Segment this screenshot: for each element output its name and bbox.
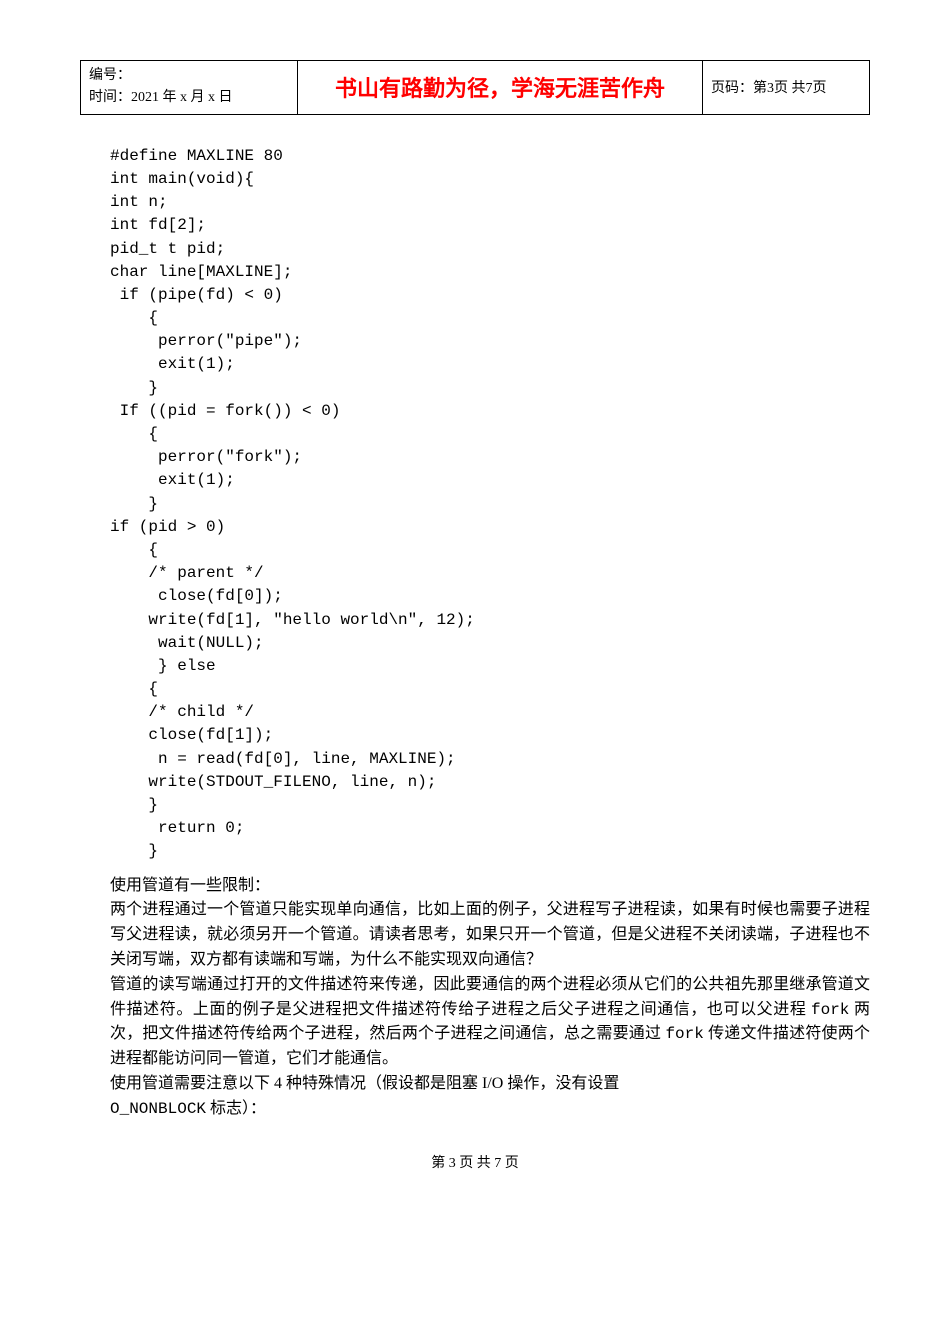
doc-number: 编号： xyxy=(89,65,289,87)
header-title: 书山有路勤为径，学海无涯苦作舟 xyxy=(298,61,703,115)
inline-code-fork: fork xyxy=(665,1025,703,1043)
text-segment: 标志）： xyxy=(206,1100,266,1117)
inline-code-fork: fork xyxy=(811,1001,849,1019)
text-segment: 使用管道需要注意以下 4 种特殊情况（假设都是阻塞 I/O 操作，没有设置 xyxy=(110,1075,619,1092)
doc-date: 时间：2021 年 x 月 x 日 xyxy=(89,87,289,109)
header-table: 编号： 时间：2021 年 x 月 x 日 书山有路勤为径，学海无涯苦作舟 页码… xyxy=(80,60,870,115)
paragraph-pipe-fd: 管道的读写端通过打开的文件描述符来传递，因此要通信的两个进程必须从它们的公共祖先… xyxy=(110,973,870,1072)
text-segment: 管道的读写端通过打开的文件描述符来传递，因此要通信的两个进程必须从它们的公共祖先… xyxy=(110,976,870,1018)
code-block: #define MAXLINE 80 int main(void){ int n… xyxy=(110,145,870,864)
footer-page-number: 第 3 页 共 7 页 xyxy=(80,1152,870,1172)
header-left-cell: 编号： 时间：2021 年 x 月 x 日 xyxy=(81,61,298,115)
inline-code-nonblock: O_NONBLOCK xyxy=(110,1100,206,1118)
paragraph-limits-title: 使用管道有一些限制： xyxy=(110,874,870,899)
paragraph-special-cases: 使用管道需要注意以下 4 种特殊情况（假设都是阻塞 I/O 操作，没有设置 O_… xyxy=(110,1072,870,1122)
document-page: 编号： 时间：2021 年 x 月 x 日 书山有路勤为径，学海无涯苦作舟 页码… xyxy=(0,0,950,1344)
paragraph-two-process: 两个进程通过一个管道只能实现单向通信，比如上面的例子，父进程写子进程读，如果有时… xyxy=(110,898,870,972)
header-page-info: 页码：第3页 共7页 xyxy=(703,61,870,115)
